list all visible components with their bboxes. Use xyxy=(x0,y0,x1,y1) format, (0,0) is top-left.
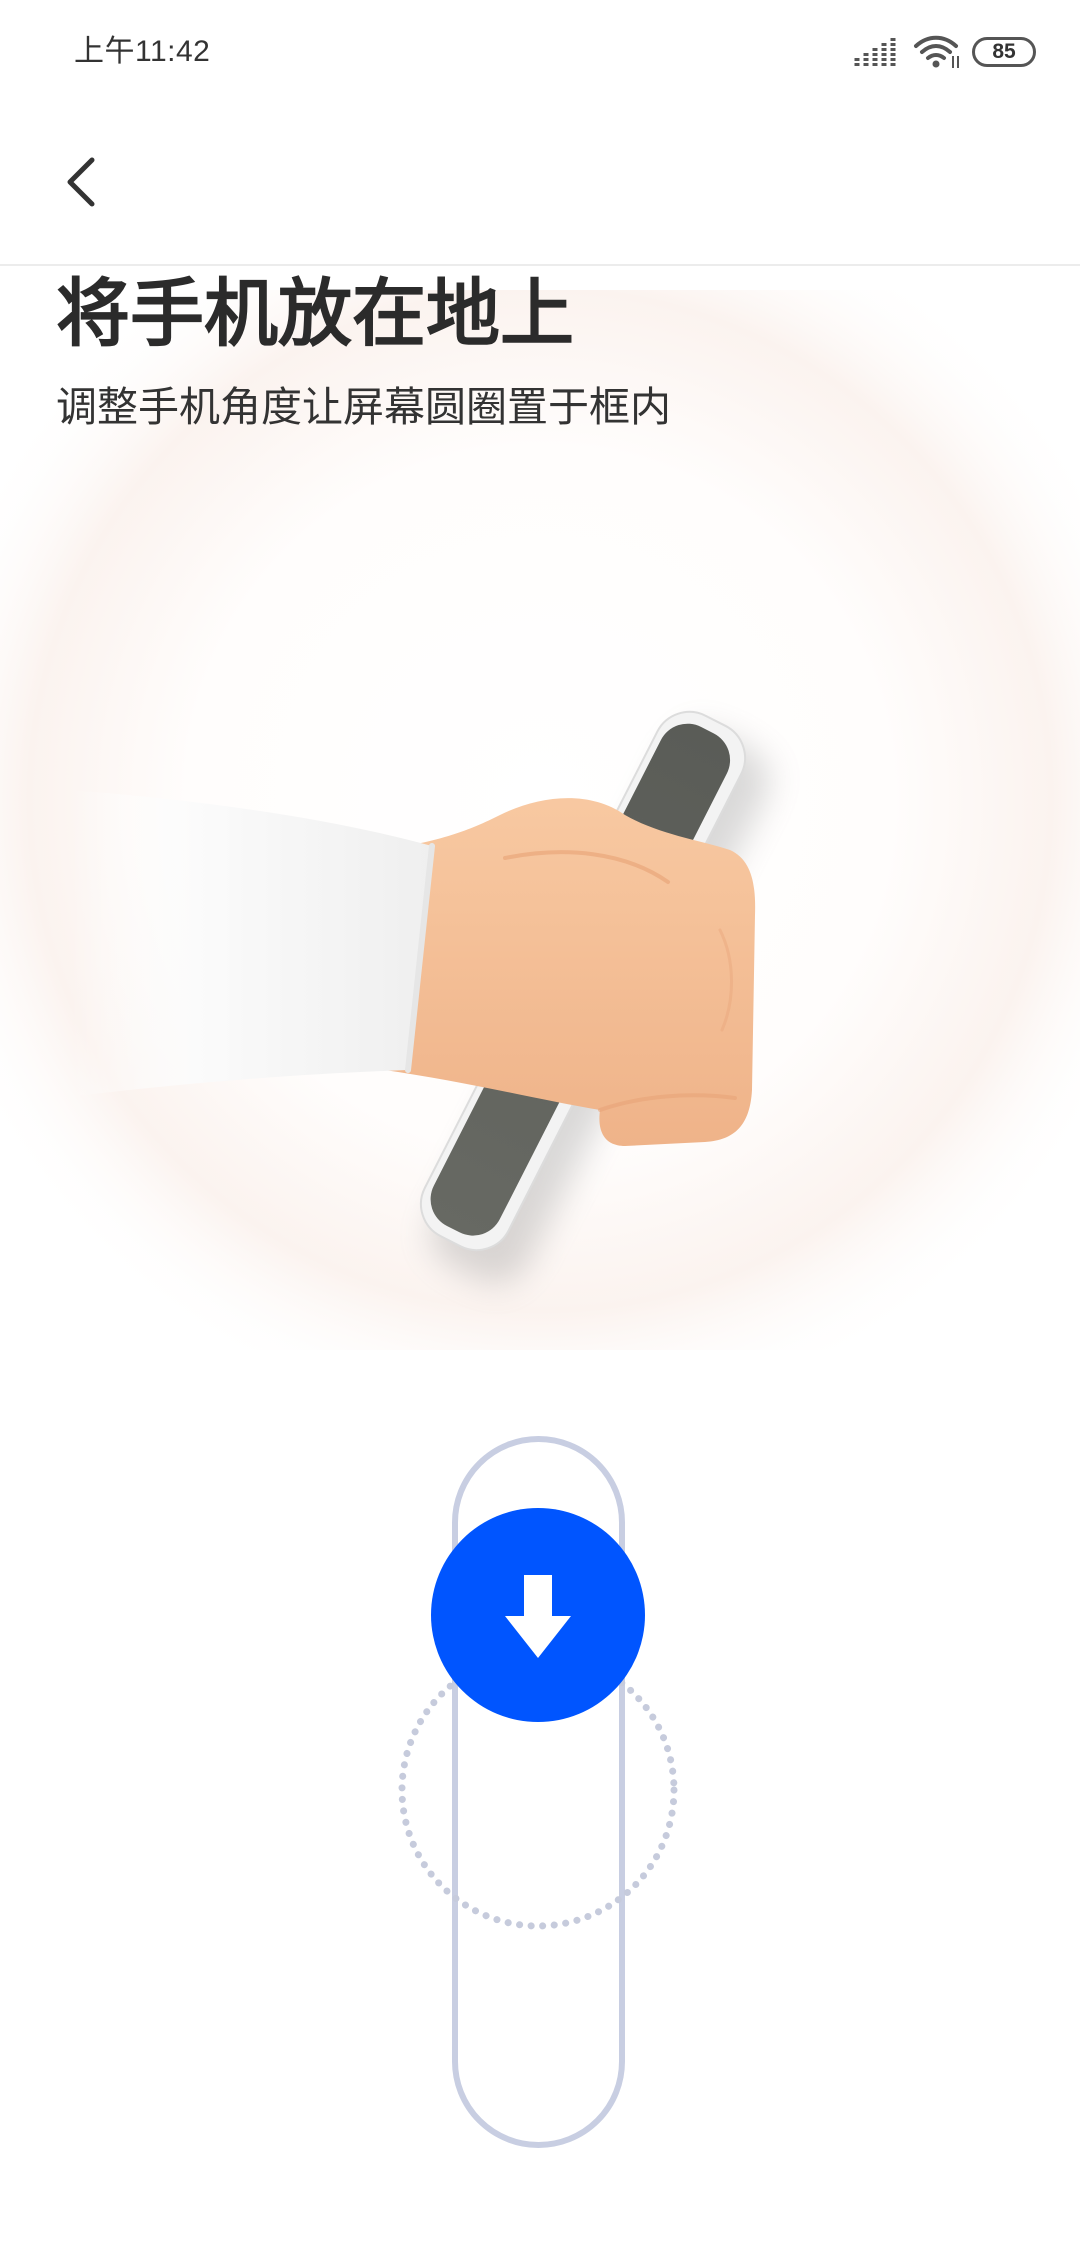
chevron-left-icon xyxy=(67,157,95,207)
battery-icon: 85 xyxy=(972,37,1036,67)
hand-phone-illustration xyxy=(0,290,1080,1350)
signal-icon xyxy=(854,38,896,66)
wifi-icon xyxy=(914,35,959,68)
sleeve-shape xyxy=(60,790,435,1098)
page-title: 将手机放在地上 xyxy=(56,271,574,357)
page-subtitle: 调整手机角度让屏幕圆圈置于框内 xyxy=(56,383,671,431)
status-bar: 上午11:42 85 xyxy=(0,0,1080,100)
level-indicator xyxy=(398,1436,678,2148)
status-time: 上午11:42 xyxy=(74,35,211,68)
back-button[interactable] xyxy=(40,138,124,226)
